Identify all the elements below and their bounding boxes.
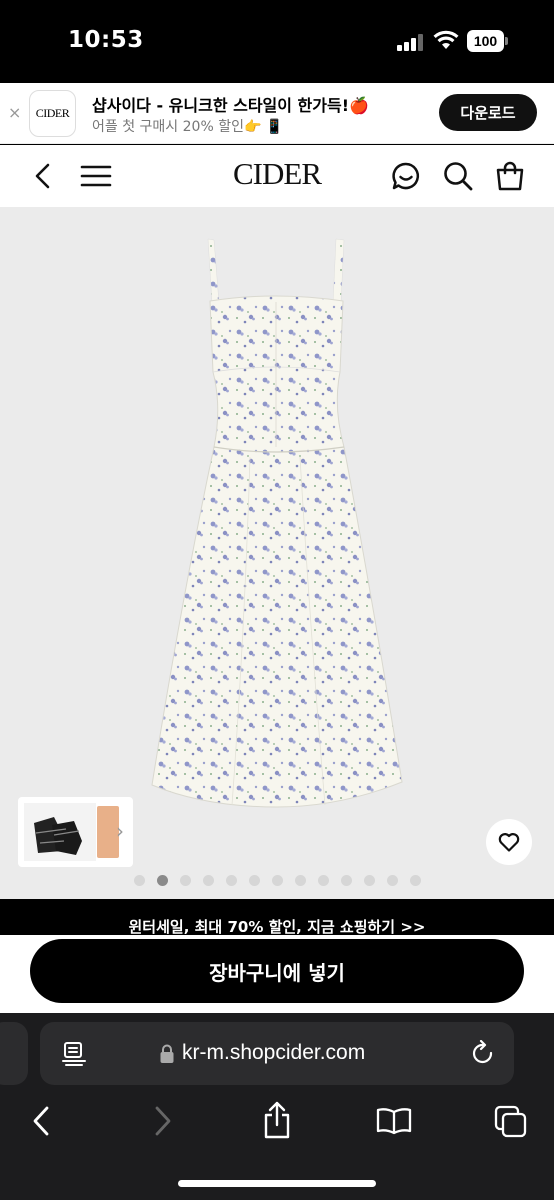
heart-icon bbox=[498, 833, 520, 852]
gallery-dot[interactable] bbox=[363, 875, 375, 886]
browser-back-icon[interactable] bbox=[30, 1105, 54, 1137]
address-bar[interactable]: kr-m.shopcider.com bbox=[40, 1022, 514, 1085]
wishlist-button[interactable] bbox=[486, 819, 532, 865]
status-bar: 10:53 100 bbox=[0, 0, 554, 83]
banner-title: 샵사이다 - 유니크한 스타일이 한가득!🍎 bbox=[92, 96, 369, 115]
home-indicator bbox=[178, 1180, 376, 1187]
battery-icon: 100 bbox=[467, 30, 508, 52]
cart-bar: 장바구니에 넣기 bbox=[0, 935, 554, 1013]
status-time: 10:53 bbox=[68, 27, 144, 53]
thumbnail-next-chevron-icon[interactable]: › bbox=[116, 819, 124, 843]
browser-forward-icon[interactable] bbox=[150, 1105, 174, 1137]
gallery-dot[interactable] bbox=[340, 875, 352, 886]
tabs-icon[interactable] bbox=[494, 1105, 528, 1139]
share-icon[interactable] bbox=[262, 1101, 292, 1139]
gallery-dot[interactable] bbox=[248, 875, 260, 886]
search-icon[interactable] bbox=[442, 160, 474, 192]
lock-icon bbox=[160, 1044, 174, 1063]
url-text[interactable]: kr-m.shopcider.com bbox=[182, 1041, 365, 1065]
previous-tab-peek[interactable] bbox=[0, 1022, 28, 1085]
reload-icon[interactable] bbox=[470, 1040, 496, 1068]
product-image[interactable] bbox=[0, 207, 554, 899]
gallery-dot[interactable] bbox=[409, 875, 421, 886]
app-install-banner: × CIDER 샵사이다 - 유니크한 스타일이 한가득!🍎 어플 첫 구매시 … bbox=[0, 83, 554, 144]
shopping-bag-icon[interactable] bbox=[494, 160, 526, 192]
page-menu-icon[interactable] bbox=[62, 1041, 86, 1067]
battery-level: 100 bbox=[467, 30, 504, 52]
gallery-dot[interactable] bbox=[225, 875, 237, 886]
gallery-dot[interactable] bbox=[294, 875, 306, 886]
gallery-pagination[interactable] bbox=[0, 875, 554, 886]
gallery-dot[interactable] bbox=[202, 875, 214, 886]
download-button[interactable]: 다운로드 bbox=[439, 94, 537, 131]
browser-toolbar: kr-m.shopcider.com bbox=[0, 1013, 554, 1200]
gallery-dot[interactable] bbox=[179, 875, 191, 886]
sandal-thumbnail-image[interactable] bbox=[24, 803, 96, 861]
promo-banner[interactable]: 윈터세일, 최대 70% 할인, 지금 쇼핑하기 >> bbox=[0, 899, 554, 935]
cellular-signal-icon bbox=[397, 33, 423, 51]
close-banner-icon[interactable]: × bbox=[8, 103, 21, 122]
app-logo: CIDER bbox=[29, 90, 76, 137]
bookmarks-icon[interactable] bbox=[376, 1107, 412, 1135]
chat-bubble-icon[interactable] bbox=[390, 160, 422, 192]
product-gallery[interactable]: › bbox=[0, 207, 554, 899]
add-to-cart-button[interactable]: 장바구니에 넣기 bbox=[30, 939, 524, 1003]
gallery-dot[interactable] bbox=[386, 875, 398, 886]
banner-subtitle: 어플 첫 구매시 20% 할인👉 📱 bbox=[92, 119, 284, 135]
site-header: CIDER bbox=[0, 145, 554, 207]
gallery-dot[interactable] bbox=[133, 875, 145, 886]
gallery-dot[interactable] bbox=[156, 875, 168, 886]
wifi-icon bbox=[433, 30, 459, 49]
gallery-dot[interactable] bbox=[271, 875, 283, 886]
gallery-dot[interactable] bbox=[317, 875, 329, 886]
related-product-thumbnail[interactable]: › bbox=[18, 797, 133, 867]
